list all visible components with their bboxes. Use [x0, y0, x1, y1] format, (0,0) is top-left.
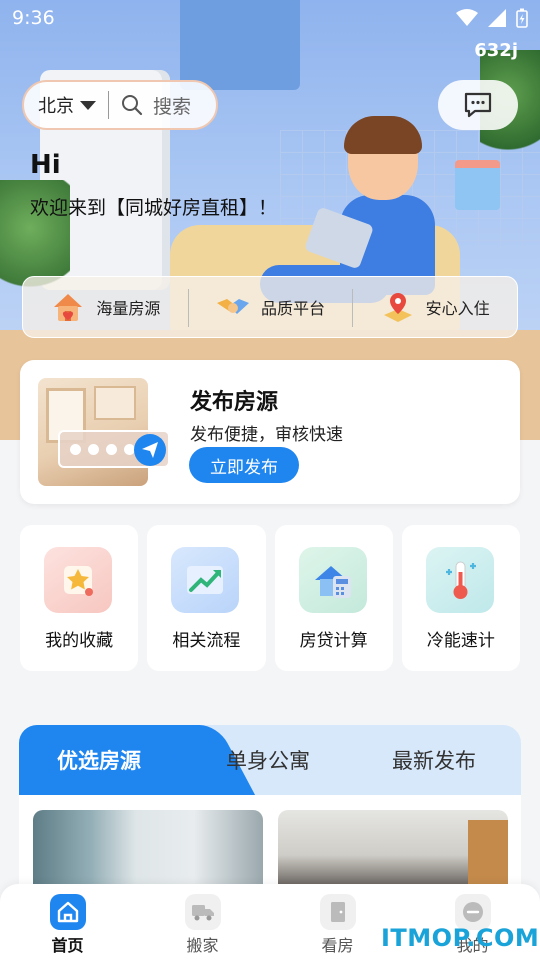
grid-item-cooling[interactable]: 冷能速计: [401, 525, 520, 671]
search-bar[interactable]: 北京 搜索: [22, 80, 218, 130]
feature-item-quality: 品质平台: [187, 277, 353, 337]
welcome-text: 欢迎来到【同城好房直租】！: [30, 197, 278, 219]
status-time: 9:36: [12, 7, 55, 29]
publish-subtitle: 发布便捷，审核快速: [190, 425, 343, 445]
listing-panel: [19, 795, 521, 900]
grid-item-mortgage[interactable]: 房贷计算: [274, 525, 393, 671]
listing-tabs: 优选房源 单身公寓 最新发布: [19, 725, 521, 797]
home-icon: [49, 894, 86, 930]
feature-item-listings: 海量房源: [23, 277, 188, 337]
house-icon: [54, 294, 83, 321]
quick-actions: 我的收藏 相关流程 房贷计算 冷能速计: [20, 525, 520, 671]
map-pin-icon: [383, 293, 412, 322]
trend-arrow-icon: [171, 547, 240, 613]
watermark: ITMOP.COM: [381, 924, 540, 952]
door-icon: [319, 894, 356, 930]
tab-latest[interactable]: 最新发布: [392, 745, 476, 775]
greeting-hi: Hi: [30, 150, 61, 180]
hero-corner-text: 632j: [474, 40, 518, 61]
grid-item-favorites[interactable]: 我的收藏: [20, 525, 139, 671]
caret-down-icon[interactable]: [80, 100, 96, 110]
tab-featured[interactable]: 优选房源: [57, 745, 141, 775]
publish-button[interactable]: 立即发布: [189, 447, 299, 483]
feature-item-safe: 安心入住: [352, 277, 517, 337]
nav-home[interactable]: 首页: [0, 884, 135, 960]
calculator-icon: [298, 547, 367, 613]
tab-single-apartment[interactable]: 单身公寓: [226, 745, 310, 775]
feature-strip: 海量房源 品质平台 安心入住: [22, 276, 518, 338]
message-button[interactable]: [438, 80, 518, 130]
status-bar: 9:36: [0, 0, 540, 36]
divider: [108, 91, 109, 119]
chat-bubble-icon: [464, 92, 492, 118]
truck-icon: [184, 894, 221, 930]
grid-item-process[interactable]: 相关流程: [147, 525, 266, 671]
star-icon: [44, 547, 112, 613]
search-icon[interactable]: [121, 94, 143, 116]
city-selector[interactable]: 北京: [38, 92, 74, 118]
thermometer-icon: [425, 547, 494, 613]
wifi-icon: [456, 9, 478, 26]
battery-icon: [516, 8, 528, 28]
handshake-icon: [217, 299, 249, 314]
publish-card: 发布房源 发布便捷，审核快速 立即发布: [20, 360, 520, 504]
signal-icon: [488, 9, 506, 27]
paper-plane-icon: [134, 434, 166, 466]
gift-box-illustration: [455, 160, 500, 210]
search-input[interactable]: 搜索: [153, 92, 191, 119]
publish-title: 发布房源: [190, 390, 279, 415]
nav-moving[interactable]: 搬家: [135, 884, 270, 960]
